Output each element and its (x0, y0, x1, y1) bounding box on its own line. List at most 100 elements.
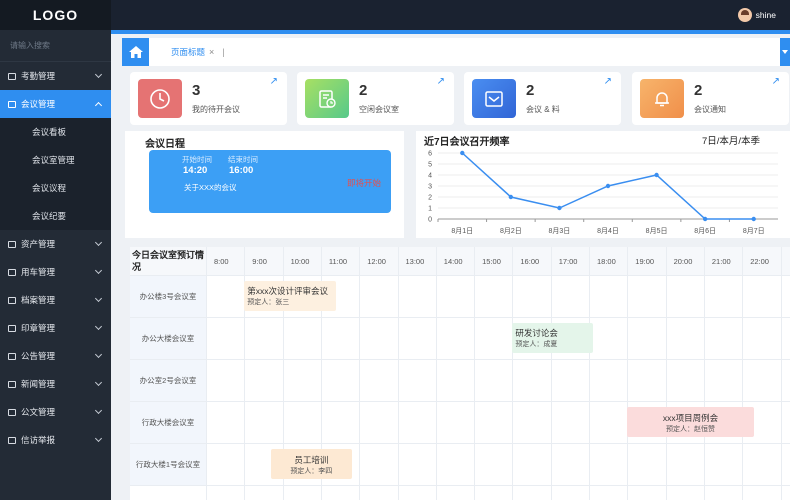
data-point (605, 183, 611, 189)
room-label: 行政大楼1号会议室 (135, 460, 201, 469)
stat-card-meeting-notice[interactable]: 2 会议通知 ↗ (632, 72, 789, 125)
chevron-icon (94, 294, 103, 303)
event-owner: 预定人：李四 (290, 468, 333, 475)
data-point (508, 194, 514, 200)
event-owner: 预定人：成夏 (515, 341, 558, 348)
event-title: 员工培训 (294, 455, 329, 465)
top-bar: shine (111, 0, 790, 30)
status-badge: 即将开始 (347, 178, 382, 188)
data-point (557, 205, 562, 211)
arrow-up-right-icon[interactable]: ↗ (270, 76, 278, 87)
meeting-desc: 关于XXX的会议 (184, 183, 237, 192)
stat-card-meeting-materials[interactable]: 2 会议 & 料 ↗ (464, 72, 621, 125)
schedule-card[interactable]: 开始时间 结束时间 14:20 16:00 关于XXX的会议 即将开始 (149, 150, 391, 213)
menu-icon (8, 296, 16, 304)
menu-icon (8, 324, 16, 332)
grid-hline (130, 359, 790, 360)
menu-icon (8, 240, 16, 248)
user-name[interactable]: shine (756, 10, 776, 20)
grid-vline (512, 247, 514, 500)
sidebar-menu: 考勤管理 会议管理 会议看板 会议室管理 会议议程 会议纪要资产管理用车管理档案管理印章管… (0, 62, 111, 454)
user-avatar[interactable] (737, 8, 752, 22)
chevron-icon (94, 434, 103, 443)
data-point (460, 150, 465, 156)
stat-card-pending-meetings[interactable]: 3 我的待开会议 ↗ (130, 72, 287, 125)
sidebar-search-input[interactable]: 请输入搜索 (0, 30, 111, 62)
sidebar-item-0[interactable]: 考勤管理 (0, 62, 111, 90)
y-tick-label: 2 (428, 195, 432, 202)
sidebar-item-2[interactable]: 资产管理 (0, 230, 111, 258)
hour-label: 13:00 (405, 257, 425, 266)
arrow-up-right-icon[interactable]: ↗ (604, 76, 612, 87)
stat-label: 会议通知 (694, 105, 726, 114)
grid-hline (130, 443, 790, 444)
y-tick-label: 4 (428, 173, 432, 180)
sidebar-subitem-1[interactable]: 会议室管理 (0, 146, 111, 174)
sidebar-item-3[interactable]: 用车管理 (0, 258, 111, 286)
grid-hline (130, 275, 790, 276)
meeting-schedule-panel: 会议日程 开始时间 结束时间 14:20 16:00 关于XXX的会议 即将开始 (125, 131, 404, 238)
grid-vline (206, 247, 207, 500)
grid-vline (780, 247, 782, 500)
x-tick-label: 8月2日 (500, 227, 522, 235)
arrow-up-right-icon[interactable]: ↗ (772, 76, 780, 87)
menu-icon (8, 408, 16, 416)
room-booking-grid: 8:00 9:00 10:00 11:00 12:00 13:00 14:00 15:00 16… (130, 247, 790, 500)
booking-event[interactable]: 员工培训预定人：李四 (271, 449, 352, 479)
sidebar-item-7[interactable]: 新闻管理 (0, 370, 111, 398)
sidebar-item-1[interactable]: 会议管理 (0, 90, 111, 118)
close-icon[interactable]: × (209, 47, 214, 57)
y-tick-label: 1 (428, 206, 432, 213)
x-tick-label: 8月6日 (694, 227, 716, 235)
sidebar-item-4[interactable]: 档案管理 (0, 286, 111, 314)
top-accent-line (111, 30, 790, 34)
home-icon (128, 46, 143, 58)
home-button[interactable] (122, 38, 149, 66)
logo: LOGO (0, 0, 111, 30)
room-label: 行政大楼会议室 (141, 418, 195, 427)
sidebar-item-label: 资产管理 (21, 239, 56, 249)
grid-hline (130, 401, 790, 402)
sidebar-subitem-2[interactable]: 会议议程 (0, 174, 111, 202)
sidebar-item-label: 档案管理 (21, 295, 56, 305)
arrow-up-right-icon[interactable]: ↗ (437, 76, 445, 87)
sidebar-item-6[interactable]: 公告管理 (0, 342, 111, 370)
grid-vline (665, 247, 667, 500)
chevron-icon (94, 378, 103, 387)
bell-icon (640, 79, 684, 118)
stat-label: 会议 & 料 (526, 105, 560, 114)
sidebar-subitem-0[interactable]: 会议看板 (0, 118, 111, 146)
hour-label: 14:00 (443, 257, 463, 266)
chevron-icon (94, 101, 103, 110)
event-owner: 预定人：张三 (247, 299, 290, 306)
grid-vline (550, 247, 552, 500)
tab-dropdown-button[interactable] (780, 38, 790, 66)
sidebar-item-label: 公文管理 (21, 407, 56, 417)
x-tick-label: 8月7日 (743, 227, 765, 235)
sidebar-item-9[interactable]: 信访举报 (0, 426, 111, 454)
grid-vline (397, 247, 399, 500)
booking-event[interactable]: xxx项目周例会 预定人：赵恒赞 (627, 407, 754, 437)
sidebar-item-label: 印章管理 (21, 323, 56, 333)
room-label: 办公室2号会议室 (139, 376, 197, 385)
menu-icon (8, 72, 16, 80)
x-tick-label: 8月4日 (597, 227, 619, 235)
hour-label: 12:00 (367, 257, 386, 266)
page-tab[interactable]: 页面标题 (171, 46, 205, 58)
hour-label: 19:00 (635, 257, 655, 266)
sidebar-item-8[interactable]: 公文管理 (0, 398, 111, 426)
grid-vline (742, 247, 744, 500)
hour-label: 11:00 (328, 257, 348, 266)
sidebar-subitem-3[interactable]: 会议纪要 (0, 202, 111, 230)
menu-icon (8, 100, 16, 108)
data-point (654, 172, 659, 178)
stat-card-free-rooms[interactable]: 2 空闲会议室 ↗ (297, 72, 454, 125)
inbox-icon (472, 79, 516, 118)
sidebar-item-label: 新闻管理 (21, 379, 56, 389)
booking-event[interactable]: 第xxx次设计评审会议 预定人：张三 (244, 281, 337, 311)
booking-event[interactable]: 研发讨论会 预定人：成夏 (512, 323, 593, 353)
grid-hline (130, 317, 790, 318)
hour-label: 20:00 (673, 257, 693, 266)
sidebar-item-5[interactable]: 印章管理 (0, 314, 111, 342)
sidebar-item-label: 用车管理 (21, 267, 56, 277)
